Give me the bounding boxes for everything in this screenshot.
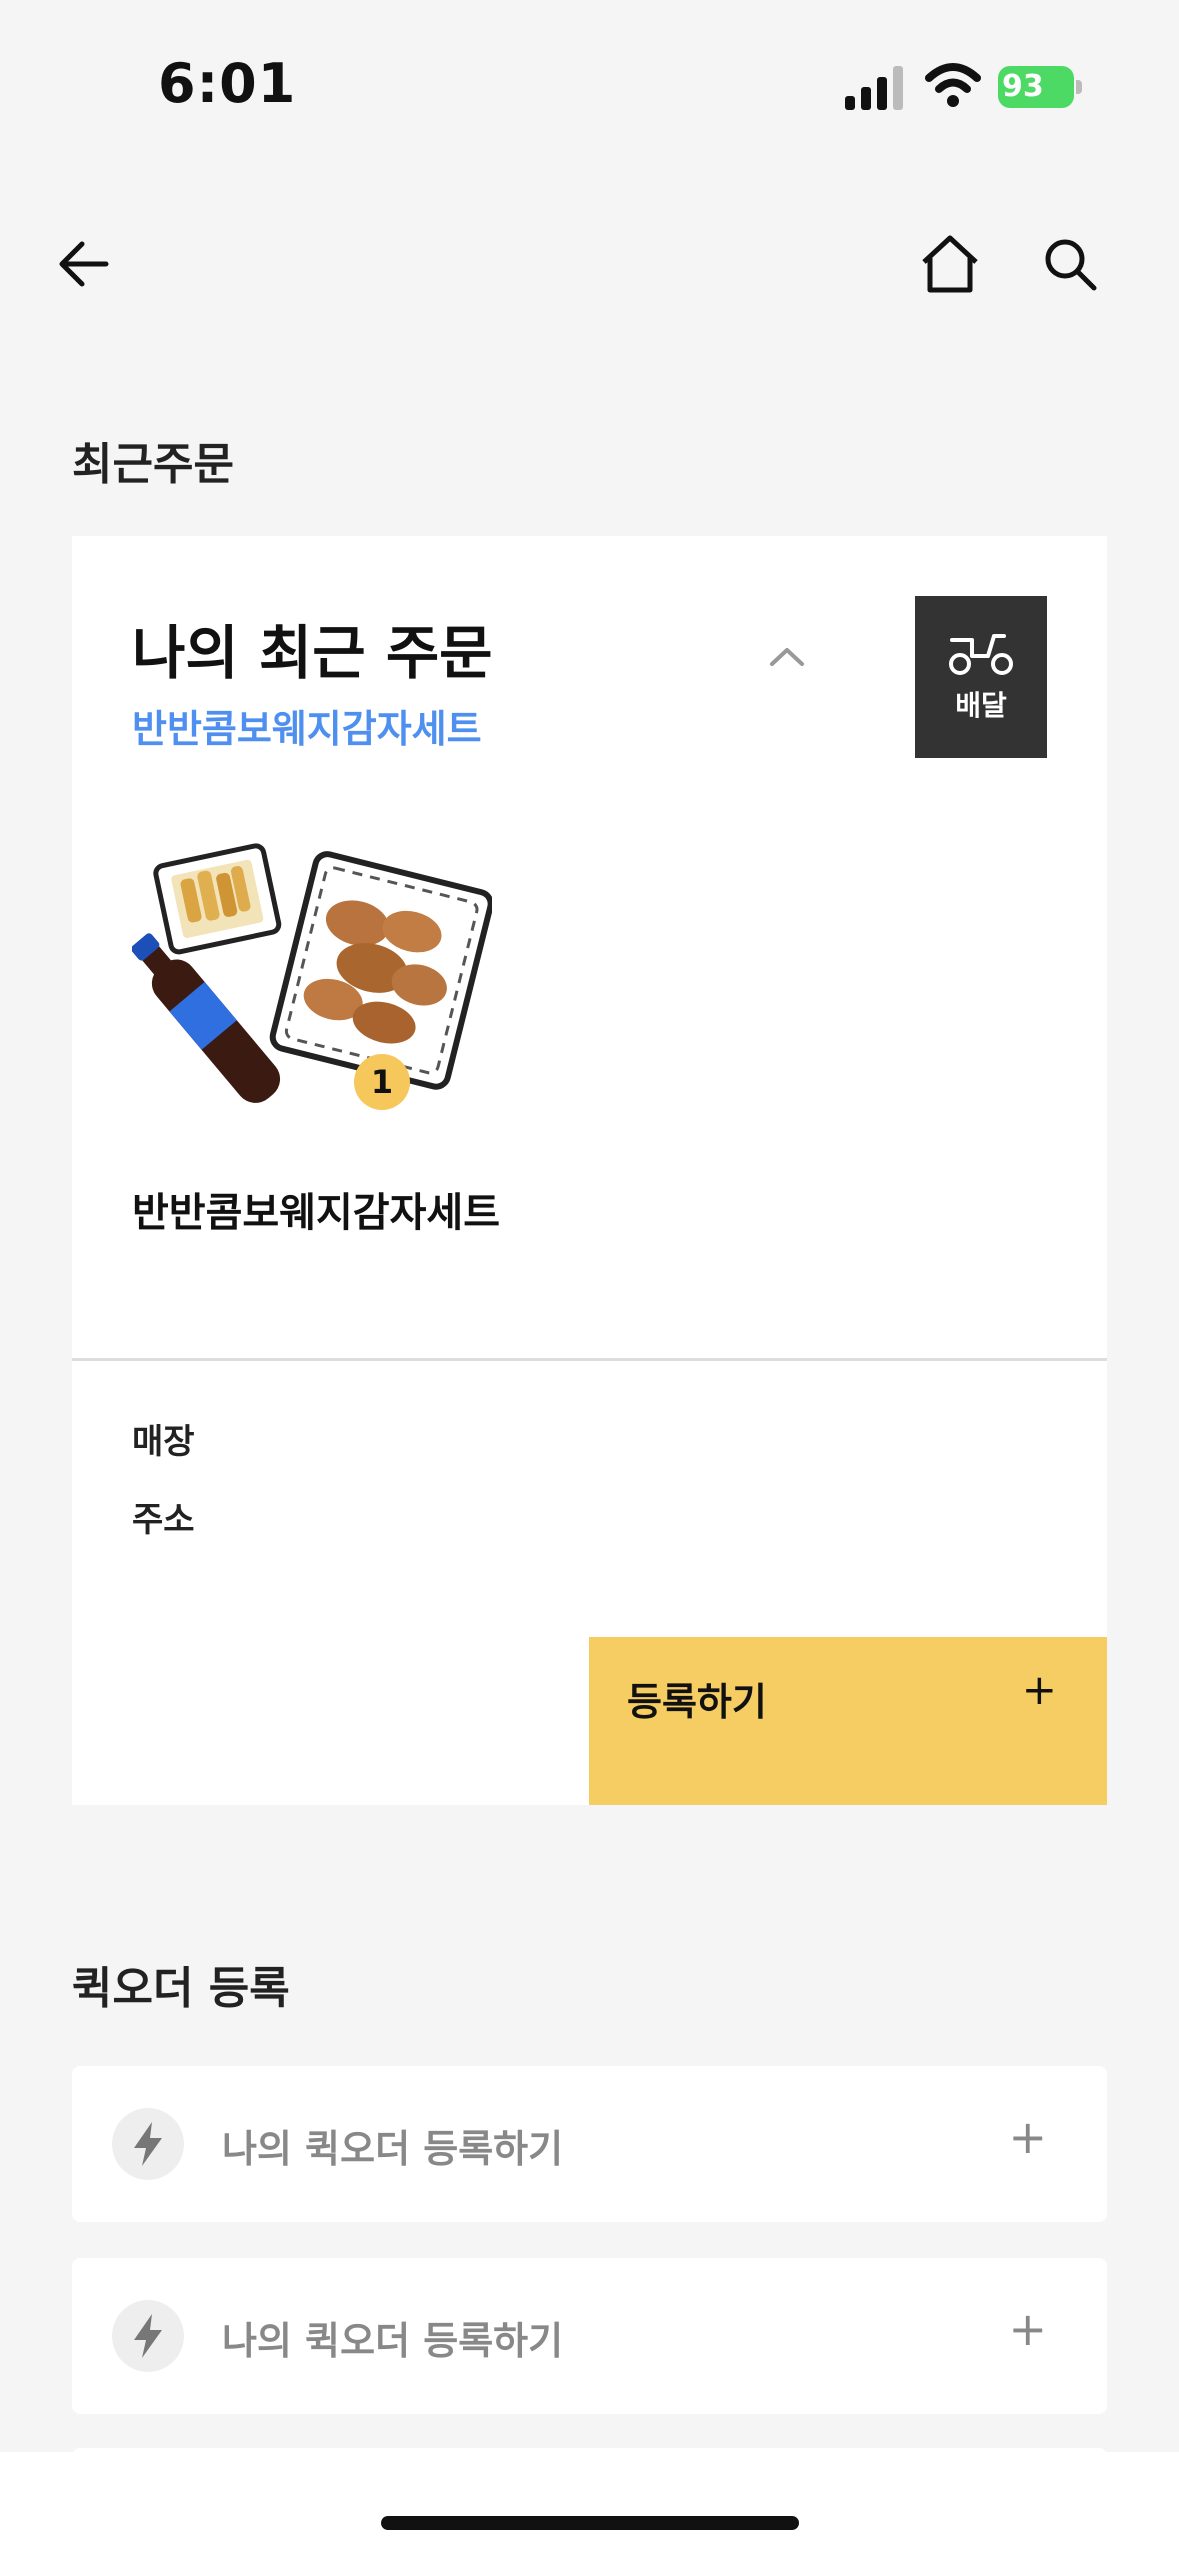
recent-section-title: 최근주문 (72, 439, 234, 490)
address-label: 주소 (132, 1500, 195, 1540)
quick-order-item[interactable]: 나의 퀵오더 등록하기 + (72, 2258, 1107, 2414)
lightning-icon (112, 2108, 184, 2180)
wifi-icon (925, 63, 981, 107)
card-title: 나의 최근 주문 (132, 619, 493, 687)
arrow-left-icon (59, 241, 109, 287)
quantity-badge: 1 (354, 1054, 410, 1110)
top-nav (0, 210, 1179, 320)
register-button[interactable]: 등록하기 + (589, 1637, 1107, 1805)
quick-order-label: 나의 퀵오더 등록하기 (222, 2127, 564, 2171)
product-name: 반반콤보웨지감자세트 (132, 1190, 500, 1236)
search-icon (1045, 239, 1097, 291)
status-time: 6:01 (158, 52, 297, 115)
quick-order-section-title: 퀵오더 등록 (72, 1963, 290, 2014)
recent-order-card: 나의 최근 주문 반반콤보웨지감자세트 배달 1 반반콤보웨지감자세트 매장 주… (72, 536, 1107, 1805)
plus-icon: + (1008, 2302, 1047, 2356)
battery-icon: 93 (998, 66, 1082, 108)
status-bar: 6:01 93 (0, 0, 1179, 180)
home-icon (922, 235, 978, 293)
battery-level: 93 (1002, 69, 1044, 104)
scooter-icon (949, 634, 1013, 675)
register-label: 등록하기 (627, 1680, 767, 1724)
delivery-label: 배달 (955, 689, 1007, 722)
back-button[interactable] (48, 228, 120, 300)
plus-icon: + (1008, 2110, 1047, 2164)
chevron-up-icon (770, 648, 804, 666)
home-indicator[interactable] (381, 2516, 799, 2530)
plus-icon: + (1021, 1665, 1057, 1714)
quick-order-label: 나의 퀵오더 등록하기 (222, 2319, 564, 2363)
order-subtitle[interactable]: 반반콤보웨지감자세트 (132, 698, 482, 753)
delivery-badge[interactable]: 배달 (915, 596, 1047, 758)
lightning-icon (112, 2300, 184, 2372)
quick-order-item[interactable]: 나의 퀵오더 등록하기 + (72, 2066, 1107, 2222)
product-image (132, 843, 492, 1103)
home-button[interactable] (914, 228, 986, 300)
store-label: 매장 (132, 1422, 195, 1462)
collapse-button[interactable] (752, 626, 822, 686)
cellular-signal-icon (845, 66, 903, 110)
bottom-safe-area (0, 2452, 1179, 2556)
divider (72, 1358, 1107, 1361)
search-button[interactable] (1034, 228, 1106, 300)
